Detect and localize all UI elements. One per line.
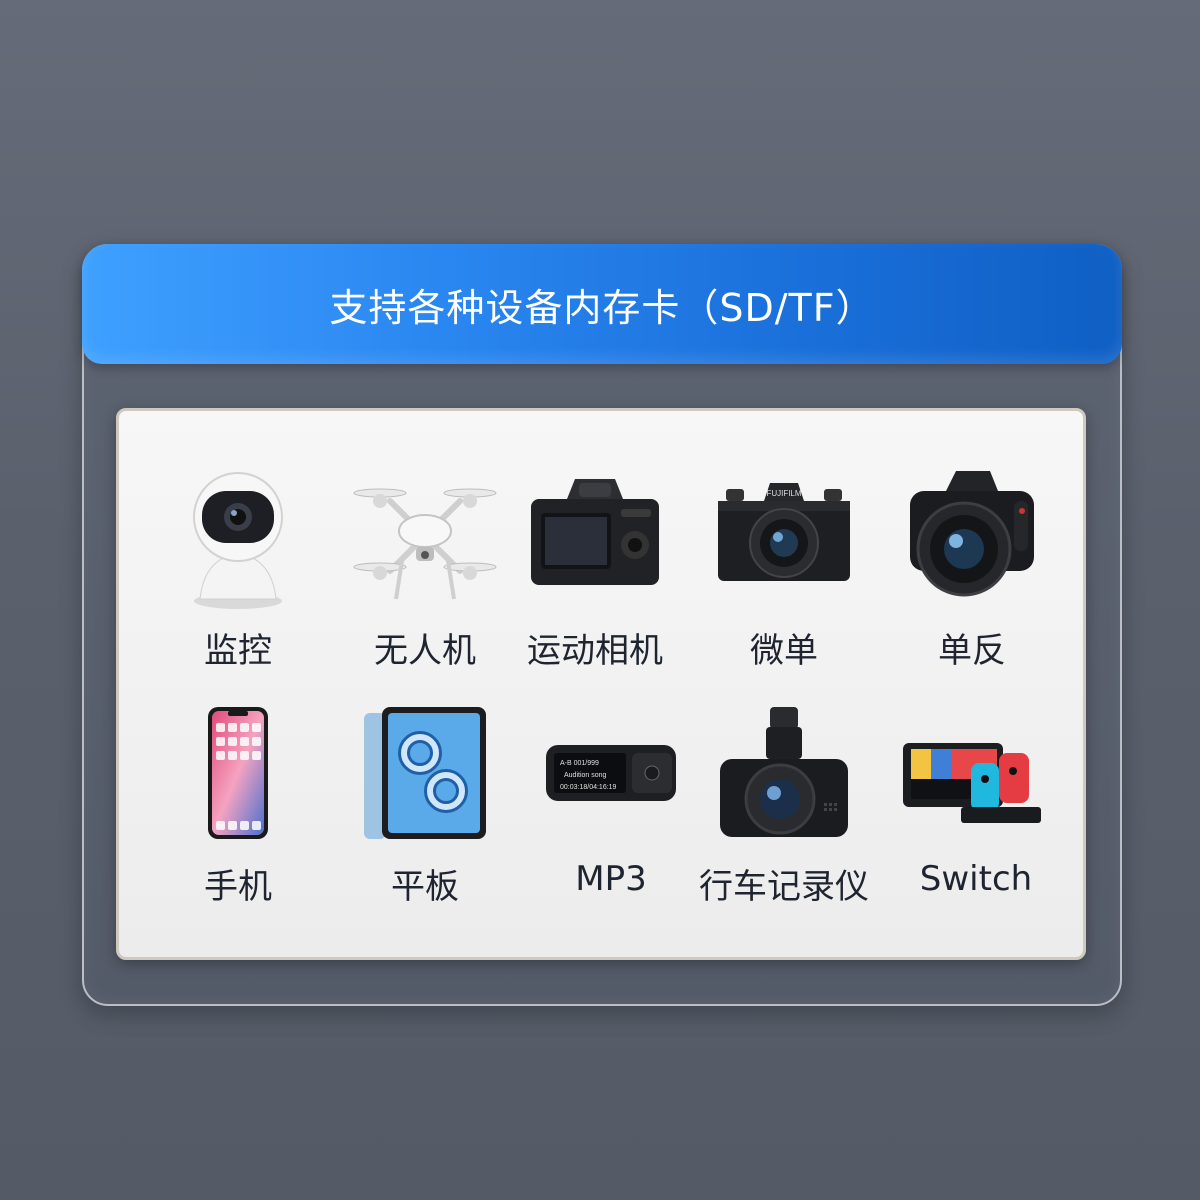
device-label: 单反 [938,631,1006,671]
device-label: 运动相机 [527,631,663,671]
page-title: 支持各种设备内存卡（SD/TF） [329,285,875,330]
smartphone-icon [208,707,268,839]
device-label: Switch [919,859,1033,899]
dashcam-icon [720,707,848,837]
device-item-mirrorless-camera: FUJIFILM 微单 [689,461,879,681]
device-item-smartphone: 手机 [143,703,333,923]
device-item-dashcam: 行车记录仪 [689,703,879,923]
device-grid: 监控 无人机 运动相机 FUJIFILM 微单 单反 手机 平板 A-B 001… [116,408,1086,960]
device-label: 行车记录仪 [699,867,869,907]
device-item-security-camera: 监控 [143,461,333,681]
svg-text:Audition song: Audition song [564,772,607,779]
device-item-mp3-player: A-B 001/999 Audition song 00:03:18/04:16… [516,703,706,923]
svg-text:A-B 001/999: A-B 001/999 [560,760,599,767]
device-label: MP3 [575,859,647,899]
drone-icon [353,488,497,600]
svg-text:FUJIFILM: FUJIFILM [766,489,801,498]
action-camera-icon [531,479,659,585]
security-camera-icon [193,472,283,609]
device-label: 平板 [391,867,459,907]
svg-text:00:03:18/04:16:19: 00:03:18/04:16:19 [560,784,617,791]
game-console-icon [903,743,1041,823]
device-label: 手机 [204,867,272,907]
device-label: 微单 [750,631,818,671]
device-item-game-console: Switch [881,703,1071,923]
device-label: 无人机 [374,631,476,671]
header-banner: 支持各种设备内存卡（SD/TF） [82,244,1122,364]
tablet-icon [364,707,486,839]
device-label: 监控 [204,631,272,671]
device-item-drone: 无人机 [330,461,520,681]
mp3-player-icon: A-B 001/999 Audition song 00:03:18/04:16… [546,745,676,801]
device-item-dslr-camera: 单反 [877,461,1067,681]
dslr-camera-icon [910,471,1034,597]
device-item-action-camera: 运动相机 [500,461,690,681]
device-item-tablet: 平板 [330,703,520,923]
mirrorless-camera-icon: FUJIFILM [718,483,850,581]
